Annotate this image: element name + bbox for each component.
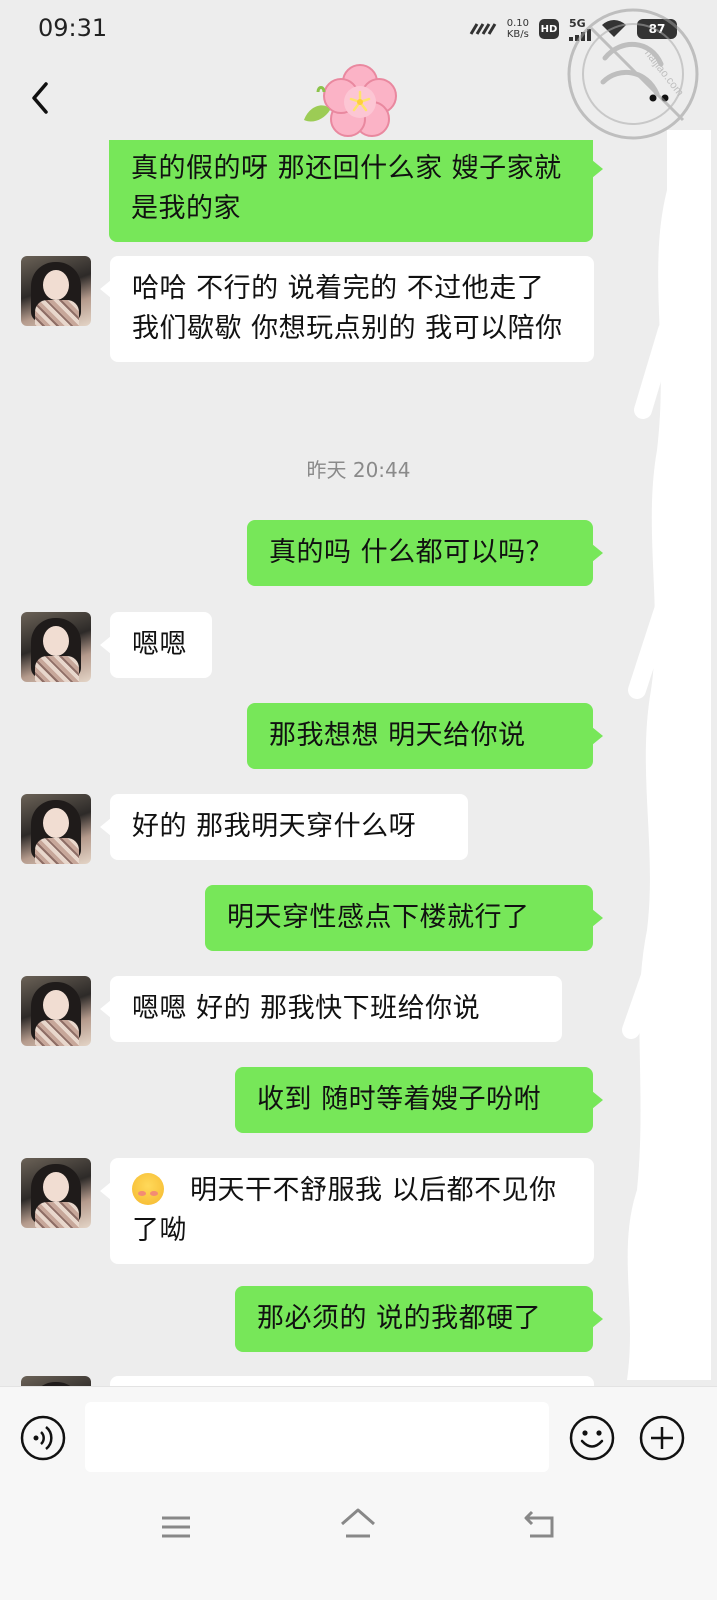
message-bubble-other[interactable]: 明天干不舒服我 以后都不见你了呦 <box>100 1158 594 1264</box>
avatar[interactable] <box>21 256 91 326</box>
hd-badge: HD <box>539 19 559 39</box>
watermark-logo: haijiao.com <box>567 8 699 140</box>
message-bubble-self[interactable]: 那我想想 明天给你说 <box>247 703 603 769</box>
blushing-face-icon <box>132 1173 164 1205</box>
message-bubble-other[interactable]: 嗯嗯 好的 那我快下班给你说 <box>100 976 562 1042</box>
plus-icon[interactable] <box>638 1414 686 1462</box>
redaction-scribble <box>622 130 711 1380</box>
voice-icon[interactable] <box>19 1414 67 1462</box>
net-speed-value: 0.10 <box>506 18 529 29</box>
message-bubble-self[interactable]: 收到 随时等着嫂子吩咐 <box>235 1067 603 1133</box>
message-bubble-other[interactable] <box>110 1376 594 1386</box>
input-bar <box>0 1386 717 1488</box>
message-bubble-other[interactable]: 嗯嗯 <box>100 612 212 678</box>
message-text: 明天干不舒服我 以后都不见你了呦 <box>132 1175 557 1246</box>
home-icon[interactable] <box>338 1506 378 1542</box>
net-speed: 0.10 KB/s <box>507 18 529 40</box>
menu-icon[interactable] <box>160 1512 192 1542</box>
flower-icon <box>304 64 397 137</box>
message-bubble-self[interactable]: 真的假的呀 那还回什么家 嫂子家就是我的家 <box>109 140 603 242</box>
message-bubble-self[interactable]: 那必须的 说的我都硬了 <box>235 1286 603 1352</box>
avatar[interactable] <box>21 976 91 1046</box>
back-icon[interactable] <box>522 1508 558 1542</box>
avatar[interactable] <box>21 1376 91 1386</box>
avatar[interactable] <box>21 1158 91 1228</box>
vibrate-icon <box>469 23 497 35</box>
message-bubble-other[interactable]: 哈哈 不行的 说着完的 不过他走了 我们歇歇 你想玩点别的 我可以陪你 <box>100 256 594 362</box>
system-nav-bar <box>0 1488 717 1600</box>
message-bubble-self[interactable]: 真的吗 什么都可以吗？ <box>247 520 603 586</box>
smiley-icon[interactable] <box>568 1414 616 1462</box>
chevron-left-icon[interactable] <box>22 76 58 120</box>
message-bubble-self[interactable]: 明天穿性感点下楼就行了 <box>205 885 603 951</box>
net-speed-unit: KB/s <box>506 29 529 40</box>
message-input[interactable] <box>85 1402 549 1472</box>
message-bubble-other[interactable]: 好的 那我明天穿什么呀 <box>100 794 468 860</box>
avatar[interactable] <box>21 612 91 682</box>
avatar[interactable] <box>21 794 91 864</box>
status-time: 09:31 <box>38 14 108 42</box>
